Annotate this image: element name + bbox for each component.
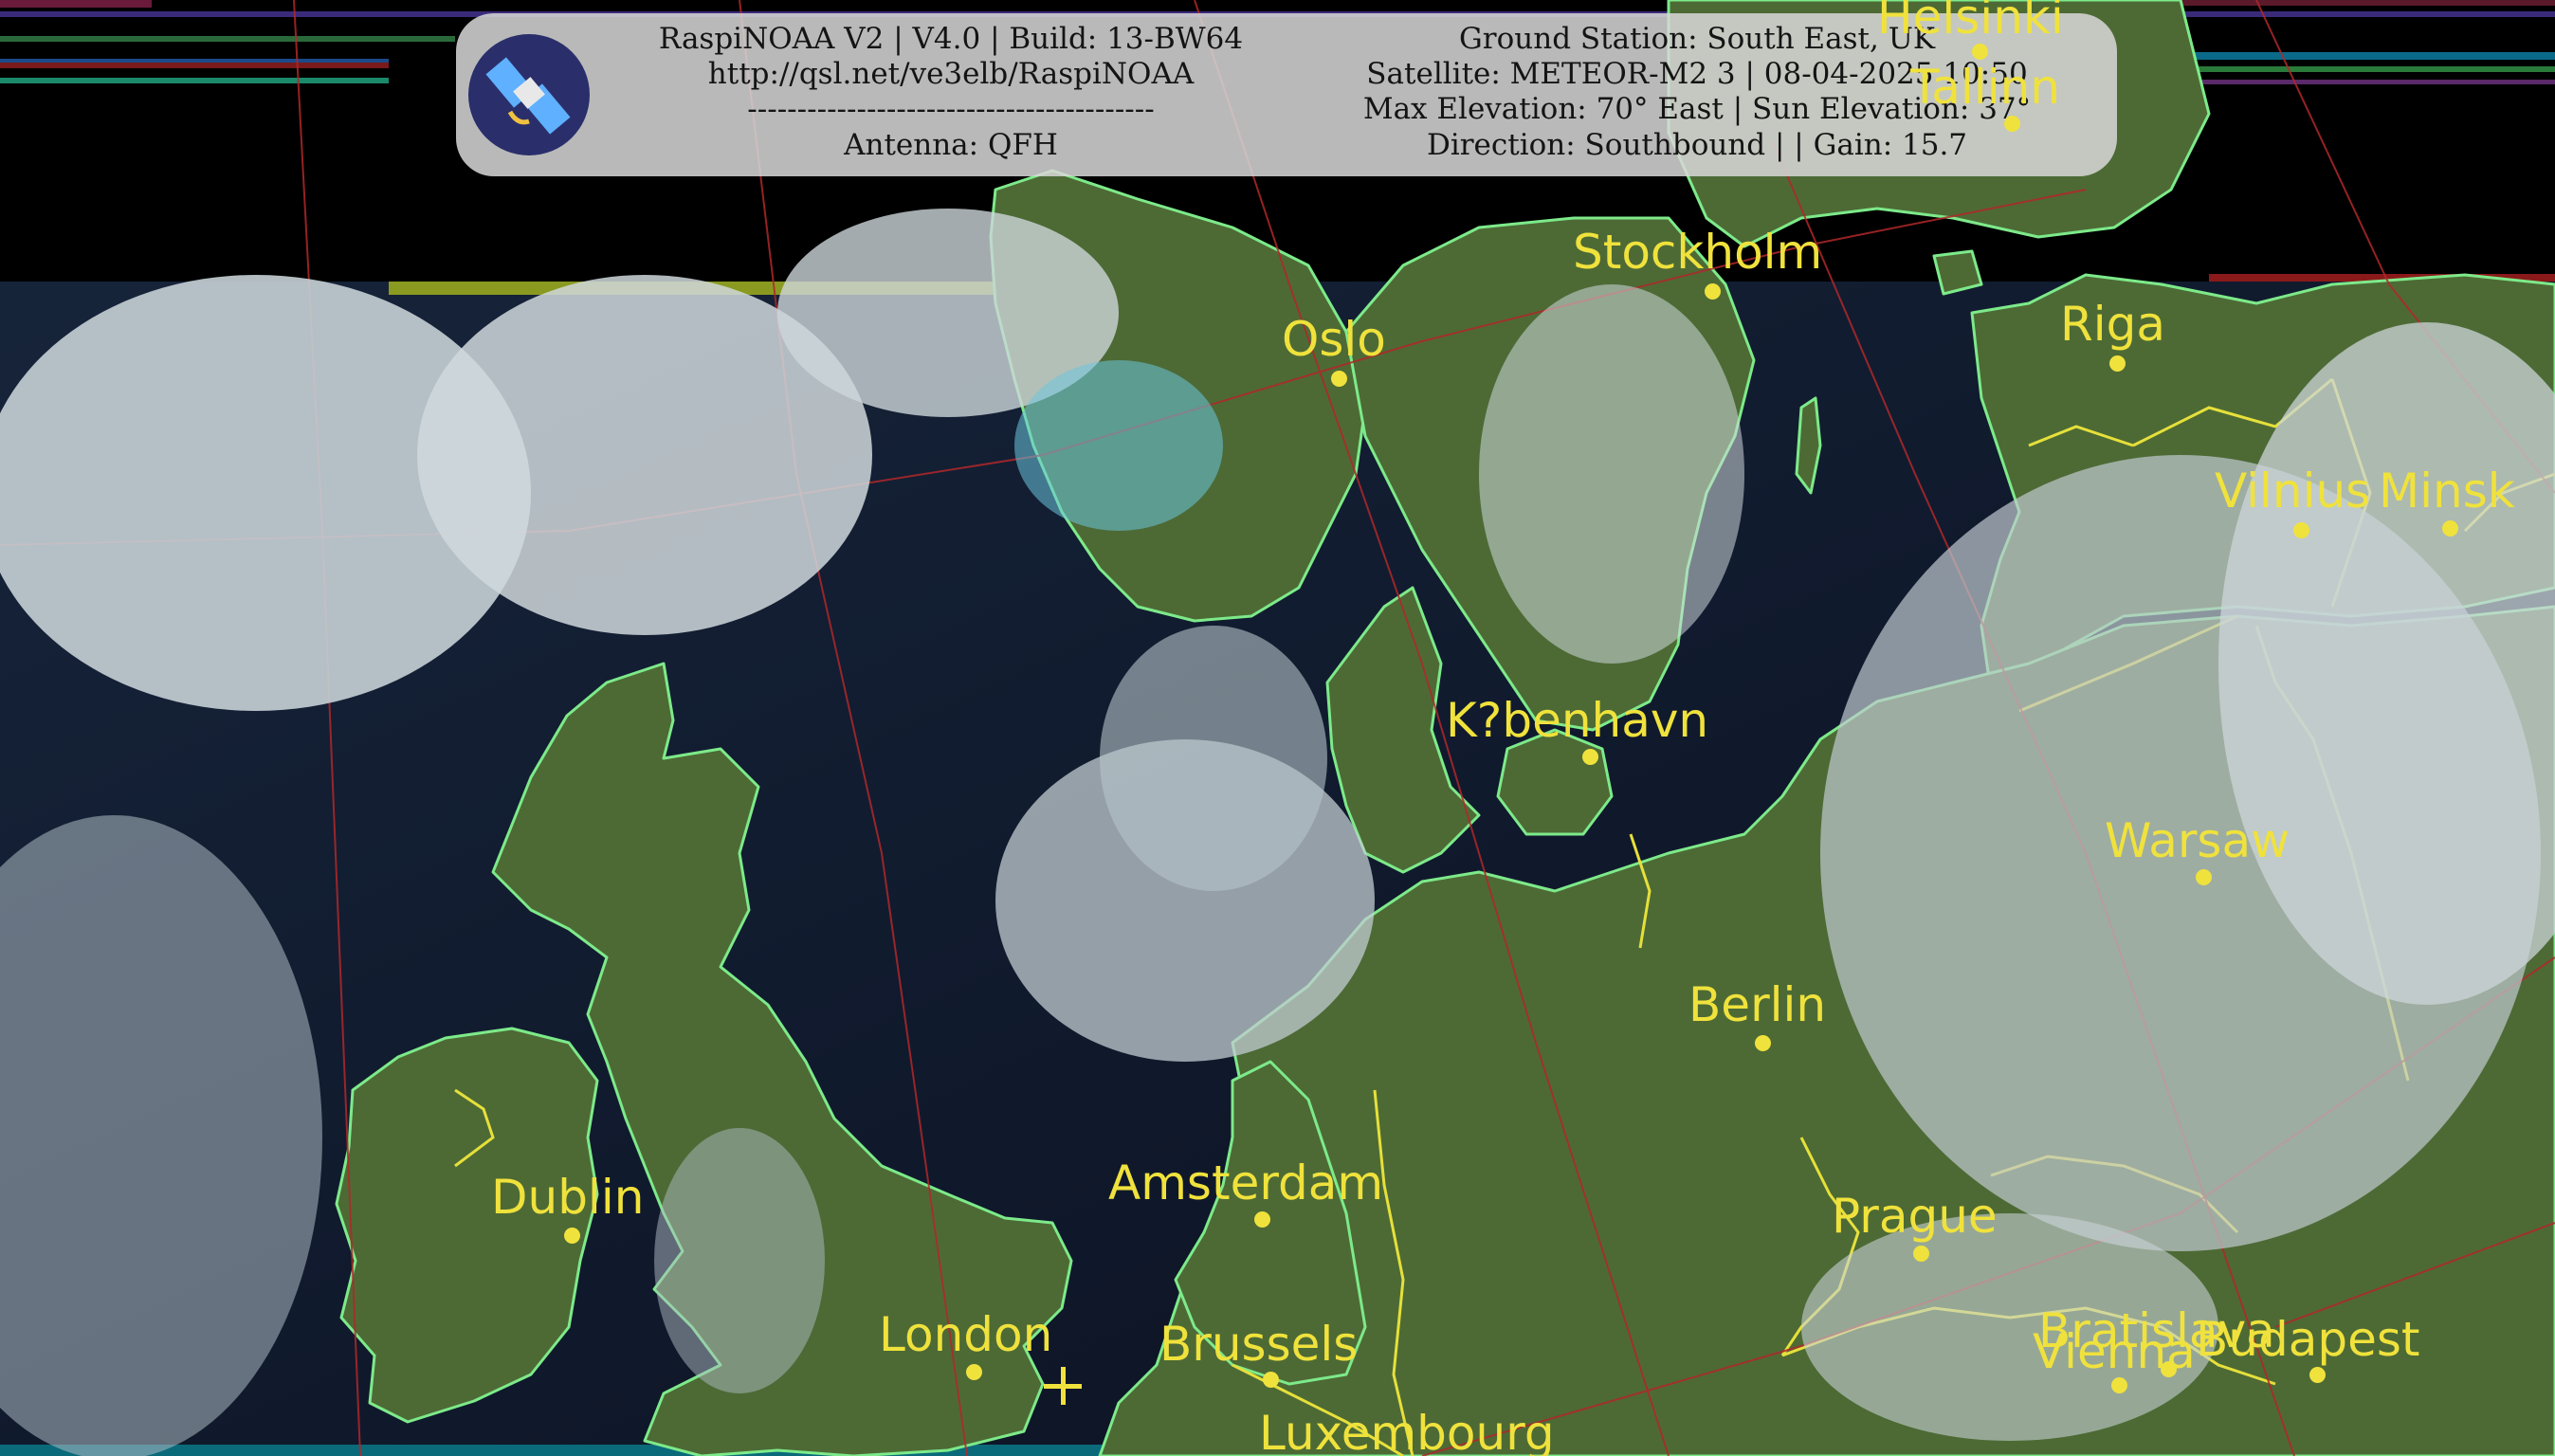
city-label-london: London bbox=[879, 1307, 1053, 1362]
separator-line: ----------------------------------------… bbox=[747, 92, 1155, 126]
city-label-tallinn: Tallinn bbox=[1910, 60, 2060, 115]
city-label-dublin: Dublin bbox=[491, 1170, 645, 1225]
city-label-luxembourg: Luxembourg bbox=[1259, 1406, 1555, 1456]
city-marker-vienna bbox=[2111, 1377, 2127, 1393]
city-label-budapest: Budapest bbox=[2196, 1312, 2420, 1367]
city-label-helsinki: Helsinki bbox=[1877, 0, 2064, 45]
map-canvas bbox=[0, 0, 2555, 1456]
city-label-prague: Prague bbox=[1832, 1189, 1998, 1244]
city-label-vilnius: Vilnius bbox=[2215, 464, 2371, 519]
city-marker-minsk bbox=[2442, 520, 2458, 537]
city-marker-amsterdam bbox=[1254, 1211, 1270, 1228]
city-marker-vilnius bbox=[2293, 522, 2309, 538]
satellite-image: RaspiNOAA V2 | V4.0 | Build: 13-BW64 htt… bbox=[0, 0, 2555, 1456]
city-marker-budapest bbox=[2309, 1367, 2326, 1383]
antenna-info: Antenna: QFH bbox=[844, 128, 1058, 162]
build-info: RaspiNOAA V2 | V4.0 | Build: 13-BW64 bbox=[658, 22, 1244, 56]
website-url: http://qsl.net/ve3elb/RaspiNOAA bbox=[707, 57, 1195, 91]
city-label-brussels: Brussels bbox=[1159, 1317, 1359, 1372]
pass-info-panel: RaspiNOAA V2 | V4.0 | Build: 13-BW64 htt… bbox=[456, 13, 2117, 176]
ground-station-info: Ground Station: South East, UK bbox=[1459, 22, 1935, 56]
city-marker-helsinki bbox=[1972, 44, 1988, 60]
city-label-kobenhavn: K?benhavn bbox=[1446, 693, 1709, 748]
saaremaa bbox=[1932, 249, 1983, 296]
city-marker-tallinn bbox=[2004, 116, 2020, 132]
city-marker-warsaw bbox=[2196, 869, 2212, 885]
city-label-oslo: Oslo bbox=[1282, 312, 1386, 367]
city-marker-oslo bbox=[1331, 371, 1347, 387]
city-label-warsaw: Warsaw bbox=[2105, 813, 2290, 868]
city-marker-kobenhavn bbox=[1582, 749, 1598, 765]
city-label-stockholm: Stockholm bbox=[1573, 225, 1823, 280]
city-label-berlin: Berlin bbox=[1688, 977, 1827, 1032]
city-marker-prague bbox=[1913, 1246, 1929, 1262]
city-label-riga: Riga bbox=[2060, 297, 2166, 352]
satellite-icon bbox=[468, 34, 590, 155]
city-marker-riga bbox=[2109, 355, 2126, 372]
city-marker-stockholm bbox=[1705, 283, 1721, 300]
city-marker-brussels bbox=[1263, 1372, 1279, 1388]
city-label-amsterdam: Amsterdam bbox=[1108, 1156, 1384, 1210]
city-marker-berlin bbox=[1755, 1035, 1771, 1051]
city-label-minsk: Minsk bbox=[2379, 464, 2515, 519]
city-label-vienna: Vienna bbox=[2033, 1324, 2196, 1379]
ground-station-marker bbox=[1044, 1367, 1082, 1405]
direction-gain-info: Direction: Southbound | | Gain: 15.7 bbox=[1426, 128, 1968, 162]
city-marker-dublin bbox=[564, 1228, 580, 1244]
city-marker-london bbox=[966, 1364, 982, 1380]
